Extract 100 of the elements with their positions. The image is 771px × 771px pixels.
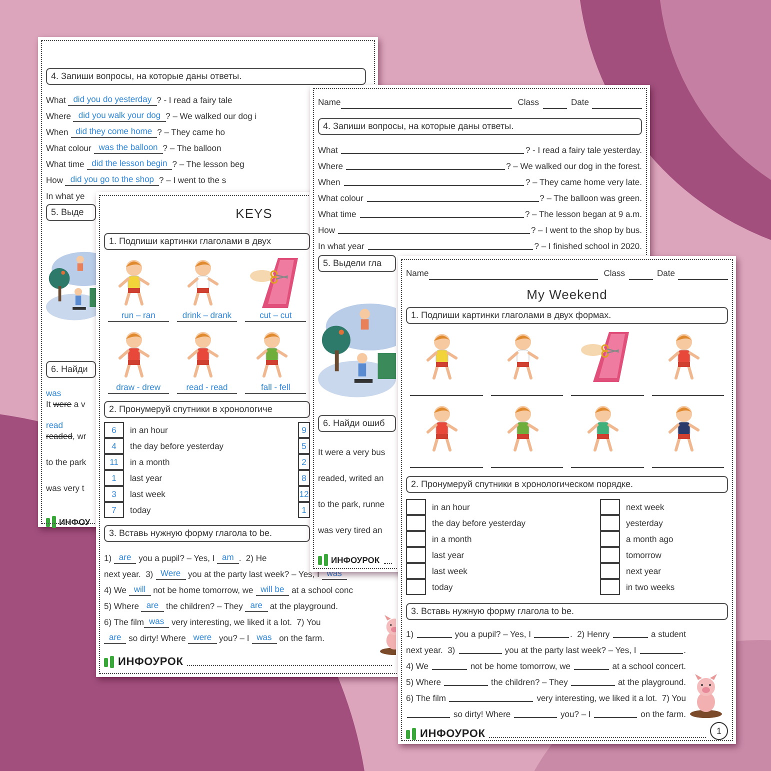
number-box: 9 [298,422,310,438]
worksheet-text: very interesting, we liked it a lot. 7) You [170,616,321,628]
task-heading: 5. Выдели гла [318,255,396,272]
worksheet-text: you at the party last week? – Yes, I [504,644,638,656]
worksheet-text: very interesting, we liked it a lot. 7) You [536,692,686,704]
answer-text: will be [256,584,290,596]
logo-icon [46,516,57,528]
logo-text: ИНФОУРОК [118,656,184,668]
worksheet-text: at a school concert. [611,660,686,672]
number-box: 6 [104,422,124,438]
worksheet-text: ? – The lesson began at 9 a.m. [524,208,642,220]
worksheet-text: in an hour [130,424,168,436]
worksheet-text: Date [657,267,675,280]
answer-text: am [217,552,239,564]
worksheet-text: so dirty! Where [128,632,187,644]
answer-text: are [245,600,268,612]
task-heading: 2. Пронумеруй спутники в хронологиче [104,401,310,418]
worksheet-text: What time [46,158,86,170]
worksheet-text: not be home tomorrow, we [152,584,254,596]
worksheet-text: so dirty! Where [452,708,512,720]
number-box: 3 [104,486,124,502]
task-heading: 6. Найди ошиб [318,415,396,432]
number-box: 1 [104,470,124,486]
answer-text: run – ran [108,310,169,322]
worksheet-text: What [318,144,339,156]
answer-text: are [114,552,136,564]
number-box [600,562,620,578]
worksheet-text: What [46,94,67,106]
worksheet-text: Where [318,160,344,172]
worksheet-text: in two weeks [626,581,675,593]
answer-text: was [46,388,62,399]
worksheet-text: last year [432,549,464,561]
worksheet-text: ? – I went to the shop by bus. [530,224,642,236]
worksheet-text: 6) The film [104,616,144,628]
answer-text: were [188,632,217,644]
worksheet-text: Class [518,96,540,109]
worksheet-text: 1) [104,552,113,564]
worksheet-text: last week [130,488,166,500]
worksheet-text: a month ago [626,533,674,545]
worksheet-text: the children? – They [490,676,569,688]
worksheet-text: at the playground. [268,600,338,612]
number-box [600,546,620,562]
worksheet-text: ? - I read a fairy tale [156,94,232,106]
worksheet-text: How [318,224,336,236]
number-box: 5 [298,438,310,454]
number-box: 12 [298,486,310,502]
worksheet-text: to the park, runne [318,498,385,510]
crossed-out-word: were [53,398,72,410]
pig-drawing [690,674,722,718]
worksheet-text: next week [626,501,664,513]
worksheet-text: next year. 3) [104,568,154,580]
worksheet-text: on the farm. [640,708,686,720]
worksheet-text: ? – They came home very late. [525,176,642,188]
worksheet-text: not be home tomorrow, we [469,660,572,672]
worksheet-text: a student [650,628,686,640]
answer-text: drink – drank [176,310,238,322]
number-box: 1 [298,502,310,518]
page-number: 1 [710,722,728,740]
number-box [600,498,620,514]
worksheet-text: you? – I [560,708,592,720]
worksheet-text: was very tired an [318,524,382,536]
number-box [406,530,426,546]
logo-icon [406,728,417,740]
worksheet-text: It were a very bus [318,446,386,458]
worksheet-text: you a pupil? – Yes, I [138,552,216,564]
answer-text: was [144,616,170,628]
worksheet-text: at the playground. [616,676,686,688]
worksheet-text: last week [432,565,468,577]
worksheet-text: It [46,398,52,410]
worksheet-text: in an hour [432,501,470,513]
answer-text: read [46,420,64,431]
worksheet-text: next year [626,565,661,577]
worksheet-text: today [130,504,151,516]
worksheet-text: What colour [46,142,92,154]
logo-icon [318,554,329,566]
answer-text: was [252,632,277,644]
worksheet-text: on the farm. [278,632,324,644]
answer-text: was the balloon [94,142,163,154]
number-box [406,498,426,514]
answer-text: did the lesson begin [86,158,172,170]
worksheet-text: readed, writed an [318,472,384,484]
worksheet-text: 4) We [406,660,430,672]
task-heading: 3. Вставь нужную форму глагола to be. [104,525,310,542]
worksheet-text: When [318,176,342,188]
worksheet-text: the day before yesterday [130,440,224,452]
worksheet-text: ? – I went to the s [159,174,226,186]
worksheet-text: Name [318,96,341,109]
number-box [406,514,426,530]
worksheet-text: Name [406,267,429,280]
task-heading: 2. Пронумеруй спутники в хронологическом порядке. [406,476,728,493]
number-box [600,578,620,594]
worksheet-text: ? – The balloon [162,142,222,154]
worksheet-text: ? – We walked our dog i [166,110,257,122]
task-heading: 4. Запиши вопросы, на которые даны ответы. [46,68,366,85]
worksheet-text: In what ye [46,190,85,202]
worksheet-text: What colour [318,192,364,204]
worksheet-text: 6) The film [406,692,447,704]
answer-text: Were [156,568,186,580]
task-heading: 4. Запиши вопросы, на которые даны ответы. [318,118,642,135]
number-box: 4 [104,438,124,454]
